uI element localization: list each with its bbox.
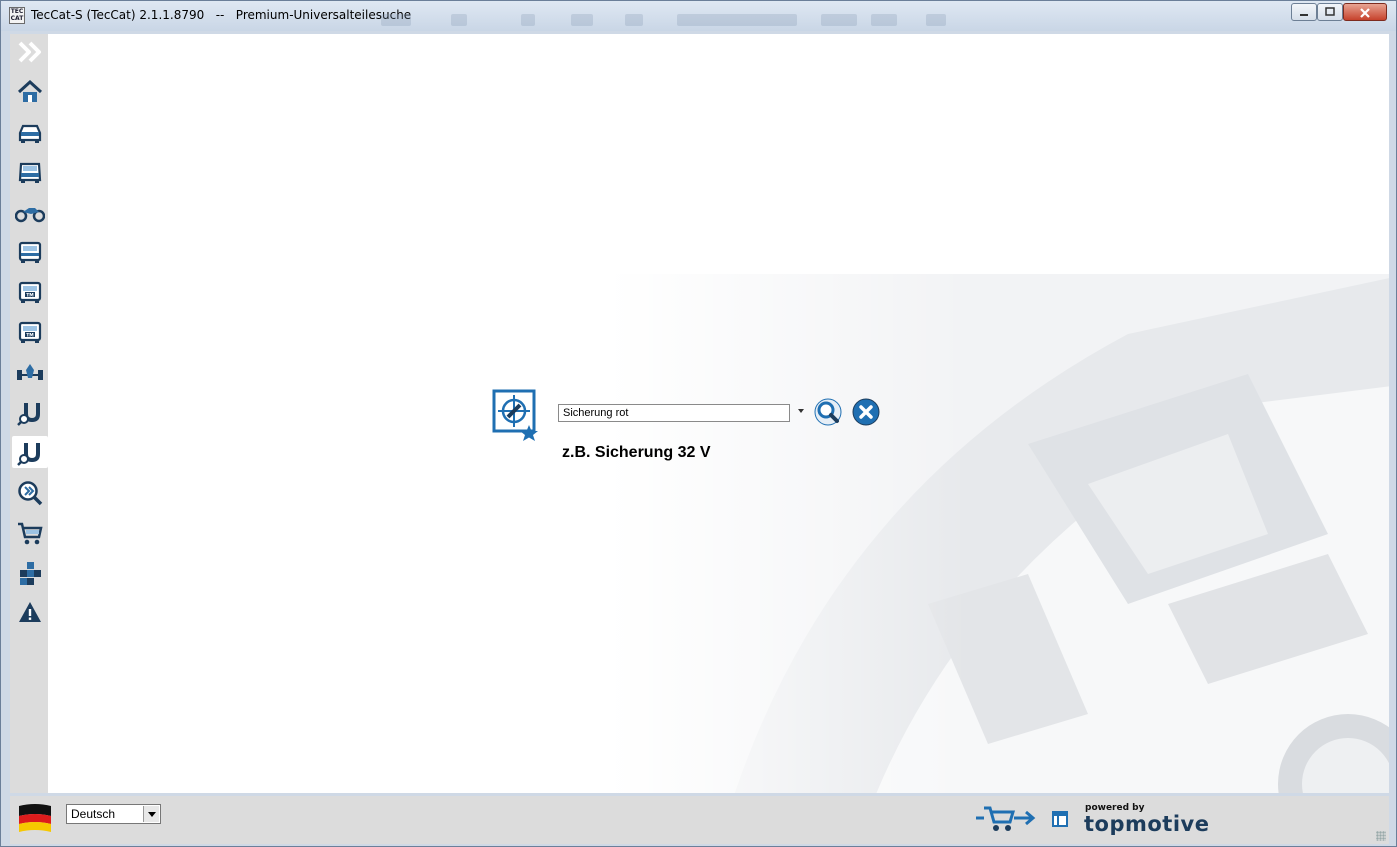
window-title: TecCat-S (TecCat) 2.1.1.8790 -- Premium-… [31, 8, 412, 22]
maximize-button[interactable] [1317, 3, 1343, 21]
search-input[interactable]: Sicherung rot [558, 404, 790, 422]
sidebar-item-premium-universal-parts[interactable] [12, 436, 48, 468]
motorcycle-icon [15, 208, 45, 223]
sidebar-item-truck-tm-2[interactable]: TM [14, 316, 46, 348]
germany-flag-icon [19, 804, 51, 832]
chevron-down-icon[interactable] [143, 806, 159, 822]
truck-tm-icon: TM [18, 281, 42, 303]
sidebar-item-warning[interactable] [14, 596, 46, 628]
app-window: TEC CAT TecCat-S (TecCat) 2.1.1.8790 -- … [0, 0, 1397, 847]
sidebar: TM TM [10, 34, 48, 793]
sidebar-item-passenger-car[interactable] [14, 116, 46, 148]
warning-icon [19, 602, 41, 622]
search-forward-icon [18, 481, 43, 506]
truck-icon [18, 241, 42, 263]
search-panel: Sicherung rot z.B. Sicherung 32 V [488, 384, 888, 464]
van-icon [18, 162, 42, 183]
sidebar-item-axle[interactable] [14, 356, 46, 388]
language-select-value: Deutsch [71, 807, 116, 821]
cart-transfer-icon[interactable] [976, 802, 1040, 836]
sidebar-item-cart[interactable] [14, 516, 46, 548]
sidebar-item-quick-search[interactable] [14, 476, 46, 508]
brake-background-image [608, 274, 1389, 793]
clear-search-button[interactable] [852, 398, 880, 426]
title-bar: TEC CAT TecCat-S (TecCat) 2.1.1.8790 -- … [1, 1, 1396, 31]
powered-by-label: powered by [1085, 803, 1145, 813]
search-button[interactable] [814, 398, 842, 426]
minimize-button[interactable] [1291, 3, 1317, 21]
close-icon [1360, 8, 1370, 18]
resize-grip[interactable] [1376, 831, 1386, 841]
maximize-icon [1325, 7, 1335, 16]
minimize-icon [1300, 14, 1308, 16]
main-content: Sicherung rot z.B. Sicherung 32 V [48, 34, 1389, 793]
sidebar-item-universal-parts[interactable] [14, 396, 46, 428]
sidebar-item-truck[interactable] [14, 236, 46, 268]
topmotive-logo-text: topmotive [1084, 813, 1209, 835]
sidebar-item-commercial-vehicle[interactable] [14, 156, 46, 188]
layout-icon[interactable] [1052, 811, 1068, 827]
sidebar-item-modules[interactable] [14, 556, 46, 588]
blocks-icon [20, 562, 41, 585]
search-history-dropdown[interactable] [798, 409, 804, 413]
svg-text:TM: TM [26, 332, 34, 338]
home-icon [17, 80, 43, 102]
topmotive-logo: topmotive [1084, 813, 1209, 835]
sidebar-item-truck-tm[interactable]: TM [14, 276, 46, 308]
sidebar-item-expand[interactable] [14, 36, 46, 68]
axle-icon [17, 364, 43, 380]
svg-text:TM: TM [26, 292, 34, 298]
ghost-toolbar [381, 11, 961, 29]
language-select[interactable]: Deutsch [66, 804, 161, 824]
app-logo-icon: TEC CAT [9, 7, 25, 24]
sidebar-item-home[interactable] [14, 76, 46, 108]
truck-tm-icon: TM [18, 321, 42, 343]
sidebar-item-motorcycle[interactable] [14, 196, 46, 228]
premium-universal-search-icon [492, 389, 538, 441]
status-bar: Deutsch powered by topmotive [10, 796, 1389, 844]
double-chevron-right-icon [18, 41, 41, 63]
search-hint: z.B. Sicherung 32 V [562, 444, 711, 461]
magnet-search-icon [17, 403, 40, 426]
cart-icon [18, 522, 43, 545]
car-icon [18, 124, 42, 143]
magnet-search-icon [17, 443, 40, 466]
close-button[interactable] [1343, 3, 1387, 21]
